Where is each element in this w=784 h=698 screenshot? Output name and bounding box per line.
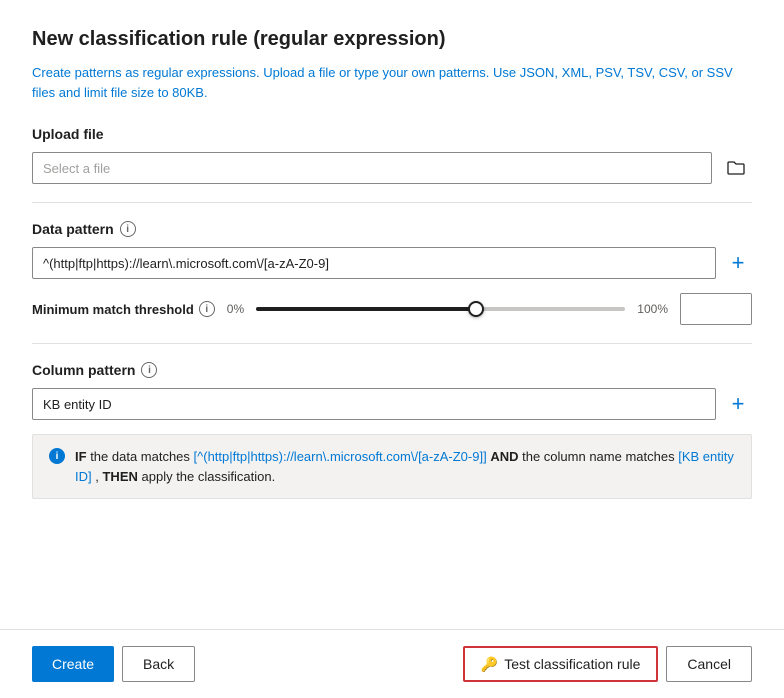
- threshold-slider-container: [256, 307, 625, 311]
- column-pattern-add-button[interactable]: +: [724, 390, 752, 418]
- divider-1: [32, 202, 752, 203]
- threshold-info-icon[interactable]: i: [199, 301, 215, 317]
- rule-summary-text: IF the data matches [^(http|ftp|https):/…: [75, 447, 735, 486]
- footer: Create Back 🔑 Test classification rule C…: [0, 629, 784, 698]
- folder-icon: [727, 160, 745, 176]
- data-pattern-info-icon[interactable]: i: [120, 221, 136, 237]
- threshold-max-label: 100%: [637, 302, 668, 316]
- data-pattern-label: Data pattern i: [32, 221, 752, 237]
- test-button-label: Test classification rule: [504, 656, 640, 672]
- test-icon: 🔑: [481, 656, 498, 673]
- data-pattern-section: Data pattern i + Minimum match threshold…: [32, 221, 752, 325]
- rule-summary-icon: i: [49, 448, 65, 464]
- upload-file-input[interactable]: [32, 152, 712, 184]
- data-pattern-row: +: [32, 247, 752, 279]
- browse-folder-button[interactable]: [720, 152, 752, 184]
- rule-summary-box: i IF the data matches [^(http|ftp|https)…: [32, 434, 752, 499]
- footer-right-actions: 🔑 Test classification rule Cancel: [463, 646, 752, 682]
- footer-left-actions: Create Back: [32, 646, 195, 682]
- divider-2: [32, 343, 752, 344]
- then-keyword: THEN: [102, 469, 137, 484]
- data-pattern-input[interactable]: [32, 247, 716, 279]
- data-pattern-add-button[interactable]: +: [724, 249, 752, 277]
- threshold-min-label: 0%: [227, 302, 244, 316]
- column-pattern-label: Column pattern i: [32, 362, 752, 378]
- threshold-slider[interactable]: [256, 307, 625, 311]
- cancel-button[interactable]: Cancel: [666, 646, 752, 682]
- back-button[interactable]: Back: [122, 646, 195, 682]
- page-title: New classification rule (regular express…: [32, 28, 752, 51]
- upload-file-section: Upload file: [32, 126, 752, 184]
- threshold-spinner: ▲ ▼: [680, 293, 752, 325]
- and-keyword: AND: [490, 449, 518, 464]
- description-text: Create patterns as regular expressions. …: [32, 65, 733, 100]
- page-description: Create patterns as regular expressions. …: [32, 63, 752, 102]
- column-pattern-row: +: [32, 388, 752, 420]
- threshold-row: Minimum match threshold i 0% 100% ▲ ▼: [32, 293, 752, 325]
- if-keyword: IF: [75, 449, 87, 464]
- column-pattern-section: Column pattern i + i IF the data matches…: [32, 362, 752, 499]
- upload-file-label: Upload file: [32, 126, 752, 142]
- upload-file-row: [32, 152, 752, 184]
- threshold-label: Minimum match threshold i: [32, 301, 215, 317]
- data-pattern-highlight: [^(http|ftp|https)://learn\.microsoft.co…: [194, 449, 487, 464]
- create-button[interactable]: Create: [32, 646, 114, 682]
- column-pattern-input[interactable]: [32, 388, 716, 420]
- column-pattern-info-icon[interactable]: i: [141, 362, 157, 378]
- test-classification-rule-button[interactable]: 🔑 Test classification rule: [463, 646, 659, 682]
- threshold-value-input[interactable]: [681, 294, 752, 324]
